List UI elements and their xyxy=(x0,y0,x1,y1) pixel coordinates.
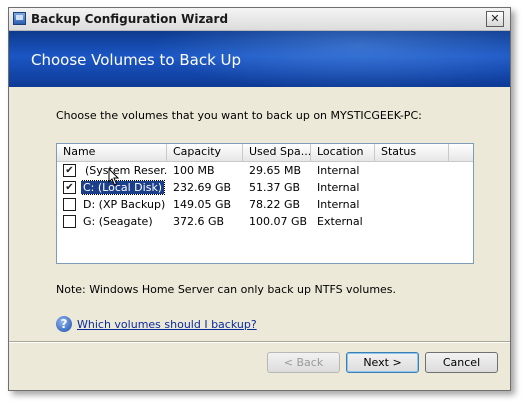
volume-capacity: 149.05 GB xyxy=(173,198,232,211)
back-button[interactable]: < Back xyxy=(267,352,340,373)
page-title: Choose Volumes to Back Up xyxy=(31,51,242,69)
header-banner: Choose Volumes to Back Up xyxy=(9,31,510,87)
volume-name: D: (XP Backup) xyxy=(83,198,166,211)
volume-location: Internal xyxy=(317,181,360,194)
volume-name: G: (Seagate) xyxy=(83,215,153,228)
title-bar: Backup Configuration Wizard ✕ xyxy=(9,8,510,31)
window-title: Backup Configuration Wizard xyxy=(31,12,229,26)
volumes-list[interactable]: Name Capacity Used Spa... Location Statu… xyxy=(56,143,474,264)
volume-used-space: 100.07 GB xyxy=(249,215,308,228)
volume-used-space: 78.22 GB xyxy=(249,198,301,211)
instruction-text: Choose the volumes that you want to back… xyxy=(56,109,422,122)
table-row[interactable]: G: (Seagate) 372.6 GB 100.07 GB External xyxy=(57,213,473,230)
mouse-cursor-icon xyxy=(108,168,120,186)
next-button[interactable]: Next > xyxy=(346,352,419,373)
volume-name-selected: C: (Local Disk) xyxy=(81,180,166,195)
list-header: Name Capacity Used Spa... Location Statu… xyxy=(57,144,473,162)
column-header-used-space[interactable]: Used Spa... xyxy=(243,144,311,161)
volume-location: Internal xyxy=(317,164,360,177)
ntfs-note: Note: Windows Home Server can only back … xyxy=(56,283,397,296)
volume-checkbox[interactable]: ✔ xyxy=(63,181,76,194)
volume-checkbox[interactable] xyxy=(63,215,76,228)
volume-used-space: 29.65 MB xyxy=(249,164,302,177)
volume-capacity: 100 MB xyxy=(173,164,215,177)
wizard-window: Backup Configuration Wizard ✕ Choose Vol… xyxy=(8,7,511,391)
volume-capacity: 372.6 GB xyxy=(173,215,225,228)
help-link[interactable]: Which volumes should I backup? xyxy=(77,318,257,331)
divider xyxy=(9,341,510,343)
column-header-location[interactable]: Location xyxy=(311,144,375,161)
volume-used-space: 51.37 GB xyxy=(249,181,301,194)
volume-location: Internal xyxy=(317,198,360,211)
volume-location: External xyxy=(317,215,363,228)
cancel-button[interactable]: Cancel xyxy=(425,352,498,373)
volume-capacity: 232.69 GB xyxy=(173,181,232,194)
column-header-capacity[interactable]: Capacity xyxy=(167,144,243,161)
volume-checkbox[interactable] xyxy=(63,198,76,211)
backup-app-icon xyxy=(13,12,26,25)
close-button[interactable]: ✕ xyxy=(486,11,504,27)
column-header-status[interactable]: Status xyxy=(375,144,449,161)
volume-checkbox[interactable]: ✔ xyxy=(63,164,76,177)
table-row[interactable]: D: (XP Backup) 149.05 GB 78.22 GB Intern… xyxy=(57,196,473,213)
wizard-content: Choose the volumes that you want to back… xyxy=(9,87,510,390)
help-icon[interactable]: ? xyxy=(56,316,72,332)
volume-name: (System Reser... xyxy=(85,164,167,177)
column-header-name[interactable]: Name xyxy=(57,144,167,161)
volume-name: C: (Local Disk) xyxy=(81,179,167,196)
